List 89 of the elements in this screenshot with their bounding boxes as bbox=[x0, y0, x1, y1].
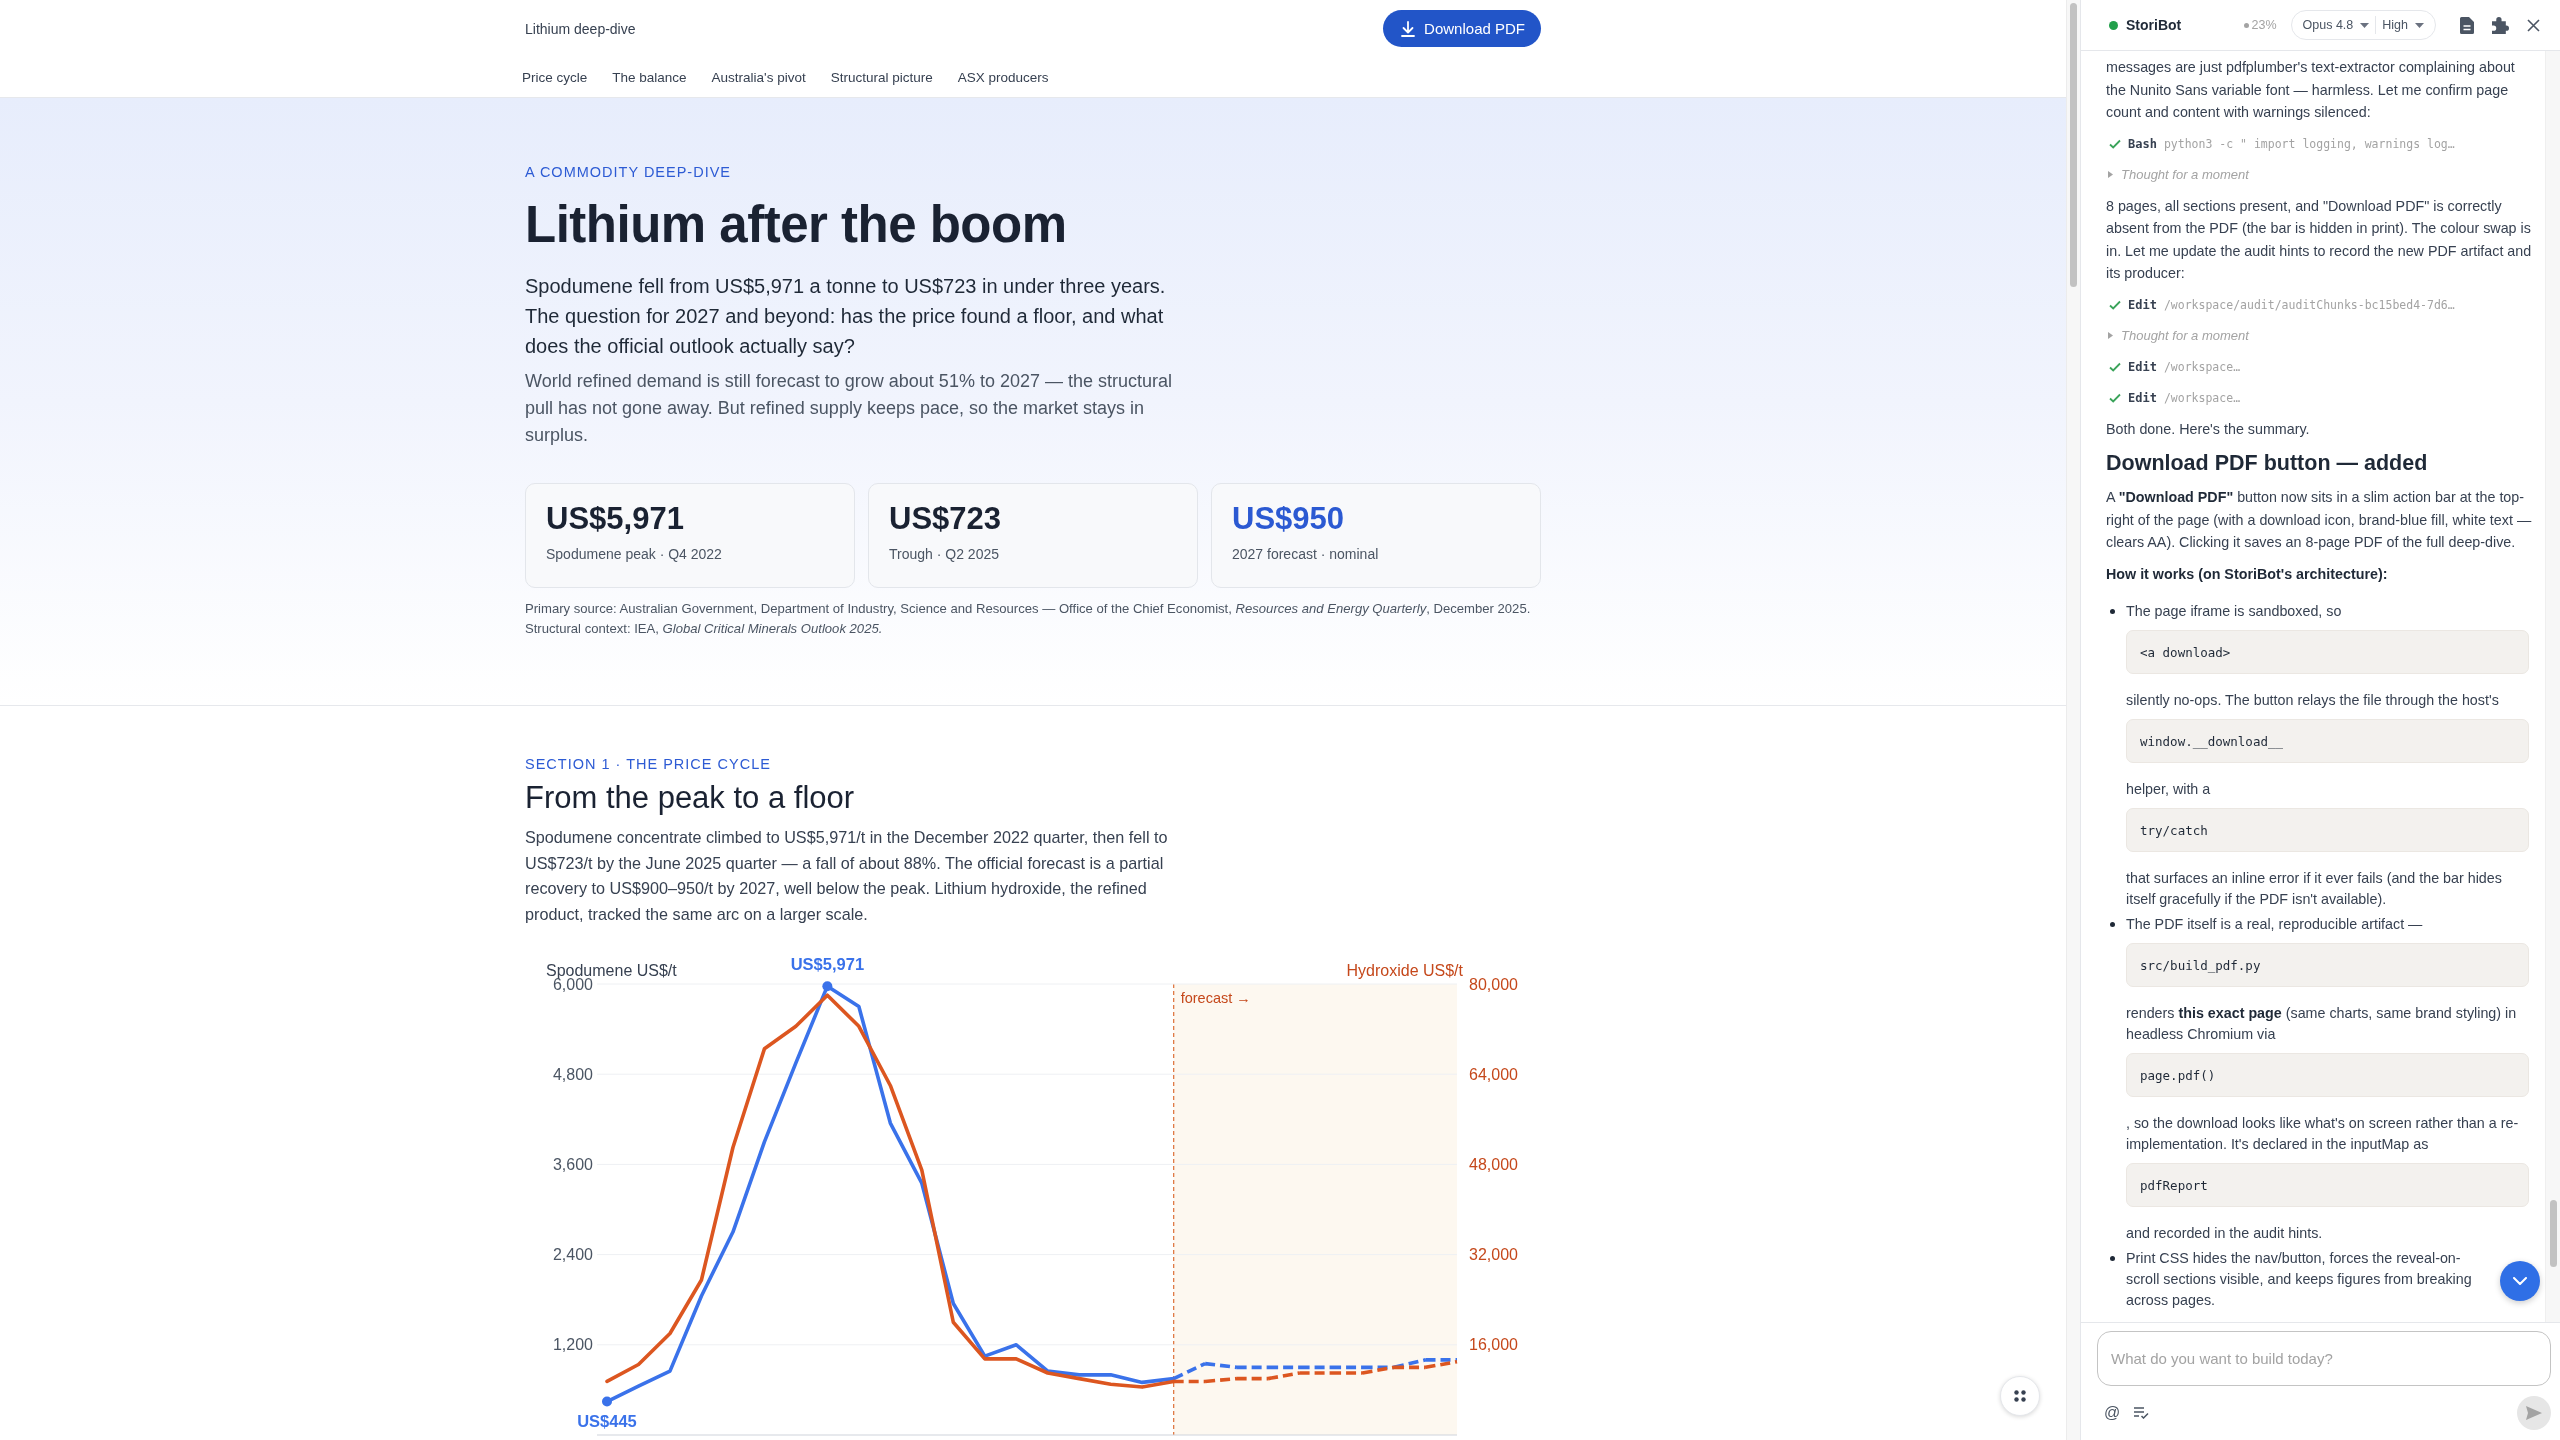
axis-tick-label: 16,000 bbox=[1469, 1336, 1518, 1354]
nav-link[interactable]: The balance bbox=[612, 69, 687, 85]
source-note: Primary source: Australian Government, Department of Industry, Science and Resources — Office of the Chief Economist, Resources and Energy Quarterly, December 2025. Structural context: IEA, Global Critical Minerals Outlook 2025. bbox=[525, 600, 1532, 638]
effort-dropdown[interactable]: High bbox=[2376, 13, 2430, 37]
tool-argument: python3 -c " import logging, warnings log… bbox=[2163, 136, 2455, 151]
model-dropdown[interactable]: Opus 4.8 bbox=[2296, 13, 2376, 37]
list-item-text: Print CSS hides the nav/button, forces the reveal-on-scroll sections visible, and keeps figures from breaking across pages. bbox=[2126, 1249, 2473, 1310]
caret-down-icon bbox=[2415, 22, 2424, 28]
close-icon[interactable] bbox=[2527, 18, 2540, 32]
list-item-text: renders this exact page (same charts, same brand styling) in headless Chromium via bbox=[2126, 1004, 2518, 1044]
stat-value: US$950 bbox=[1232, 501, 1346, 537]
puzzle-icon[interactable] bbox=[2492, 16, 2509, 34]
stat-label: Spodumene peak · Q4 2022 bbox=[546, 545, 723, 564]
page-title: Lithium after the boom bbox=[525, 195, 1068, 255]
code-block: src/build_pdf.py bbox=[2126, 943, 2529, 987]
message-text: messages are just pdfplumber's text-extractor complaining about the Nunito Sans variable font — harmless. Let me confirm page count and content with warnings silenced: bbox=[2106, 58, 2516, 122]
context-usage: 23% bbox=[2251, 18, 2277, 32]
code-block: window.__download__ bbox=[2126, 719, 2529, 763]
hero-summary: World refined demand is still forecast to grow about 51% to 2027 — the structural pull has not gone away. But refined supply keeps pace, so the market stays in surplus. bbox=[525, 370, 1173, 447]
send-icon bbox=[2526, 1406, 2542, 1420]
checklist-icon[interactable] bbox=[2134, 1407, 2150, 1419]
section-eyebrow: SECTION 1 · THE PRICE CYCLE bbox=[525, 755, 772, 773]
tool-name: Edit bbox=[2128, 297, 2157, 312]
caret-down-icon bbox=[2360, 22, 2370, 28]
axis-tick-label: 64,000 bbox=[1469, 1065, 1518, 1083]
message-text: 8 pages, all sections present, and "Download PDF" is correctly absent from the PDF (the bar is hidden in print). The colour swap is in. Let me update the audit hints to record the new PDF artifact and its producer: bbox=[2106, 196, 2533, 283]
bullet-icon bbox=[2110, 609, 2115, 614]
forecast-label: forecast → bbox=[1180, 990, 1251, 1006]
message-subheading: How it works (on StoriBot's architecture): bbox=[2106, 564, 2389, 584]
tool-name: Edit bbox=[2128, 390, 2157, 405]
nav-link[interactable]: Price cycle bbox=[522, 69, 588, 85]
scroll-to-bottom-button[interactable] bbox=[2500, 1261, 2540, 1301]
list-item-text: helper, with a bbox=[2126, 780, 2212, 799]
usage-dot-icon bbox=[2243, 22, 2249, 28]
list-item-text: The page iframe is sandboxed, so bbox=[2126, 602, 2343, 621]
axis-tick-label: 48,000 bbox=[1469, 1156, 1518, 1173]
eyebrow-label: A COMMODITY DEEP-DIVE bbox=[525, 163, 733, 181]
point-marker-icon bbox=[822, 981, 833, 992]
mention-button[interactable]: @ bbox=[2104, 1404, 2121, 1422]
point-label: US$445 bbox=[577, 1411, 637, 1430]
tool-argument: /workspace… bbox=[2163, 390, 2241, 405]
chat-input[interactable]: What do you want to build today? bbox=[2097, 1331, 2551, 1386]
download-icon bbox=[1401, 20, 1416, 37]
axis-tick-label: 1,200 bbox=[552, 1336, 593, 1354]
code-block: <a download> bbox=[2126, 630, 2529, 674]
code-block: pdfReport bbox=[2126, 1163, 2529, 1207]
download-pdf-button[interactable]: Download PDF bbox=[1383, 10, 1541, 47]
site-title: Lithium deep-dive bbox=[525, 20, 636, 37]
section-text: Spodumene concentrate climbed to US$5,971/t in the December 2022 quarter, then fell to US$723/t by the June 2025 quarter — a fall of about 88%. The official forecast is a partial recovery to US$900–950/t by 2027, well below the peak. Lithium hydroxide, the refined product, tracked the same arc on a larger scale. bbox=[525, 827, 1169, 925]
bullet-icon bbox=[2110, 1256, 2115, 1261]
chevron-down-icon bbox=[2513, 1277, 2527, 1285]
stat-label: 2027 forecast · nominal bbox=[1232, 545, 1380, 564]
section-title: From the peak to a floor bbox=[525, 779, 856, 817]
assistant-name: StoriBot bbox=[2126, 17, 2182, 33]
tool-name: Bash bbox=[2128, 136, 2157, 151]
axis-tick-label: 80,000 bbox=[1469, 975, 1518, 993]
scrollbar-thumb[interactable] bbox=[2549, 1200, 2557, 1267]
nav-link[interactable]: ASX producers bbox=[957, 69, 1049, 85]
message-heading: Download PDF button — added bbox=[2106, 450, 2429, 477]
scrollbar-thumb[interactable] bbox=[2070, 3, 2077, 287]
stat-value: US$5,971 bbox=[546, 501, 685, 537]
axis-tick-label: 2,400 bbox=[552, 1246, 593, 1264]
axis-tick-label: 3,600 bbox=[552, 1156, 593, 1173]
list-item-text: that surfaces an inline error if it ever fails (and the bar hides itself gracefully if the PDF isn't available). bbox=[2126, 869, 2503, 909]
code-block: try/catch bbox=[2126, 808, 2529, 852]
list-item-text: The PDF itself is a real, reproducible artifact — bbox=[2126, 915, 2424, 934]
list-item-text: , so the download looks like what's on screen rather than a re-implementation. It's declared in the inputMap as bbox=[2126, 1114, 2520, 1154]
bullet-icon bbox=[2110, 922, 2115, 927]
axis-tick-label: 32,000 bbox=[1469, 1246, 1518, 1264]
point-marker-icon bbox=[602, 1396, 612, 1407]
tool-name: Edit bbox=[2128, 359, 2157, 374]
document-icon[interactable] bbox=[2460, 16, 2474, 34]
point-label: US$5,971 bbox=[790, 955, 865, 974]
grid-menu-button[interactable] bbox=[2000, 1376, 2040, 1416]
message-text: A "Download PDF" button now sits in a slim action bar at the top-right of the page (with a download icon, brand-blue fill, white text — clears AA). Clicking it saves an 8-page PDF of the full deep-dive. bbox=[2106, 488, 2533, 552]
nav-link[interactable]: Structural picture bbox=[830, 69, 933, 85]
nav-link[interactable]: Australia's pivot bbox=[711, 69, 806, 85]
dots-grid-icon bbox=[2014, 1390, 2026, 1402]
code-block: page.pdf() bbox=[2126, 1053, 2529, 1097]
axis-title: Hydroxide US$/t bbox=[1346, 961, 1463, 979]
message-text: Both done. Here's the summary. bbox=[2106, 419, 2311, 439]
list-item-text: silently no-ops. The button relays the file through the host's bbox=[2126, 691, 2500, 710]
stat-value: US$723 bbox=[889, 501, 1003, 537]
tool-argument: /workspace… bbox=[2163, 359, 2241, 374]
tool-argument: /workspace/audit/auditChunks-bc15bed4-7d6… bbox=[2163, 297, 2455, 312]
axis-tick-label: 4,800 bbox=[552, 1065, 593, 1083]
stat-label: Trough · Q2 2025 bbox=[889, 545, 1000, 564]
list-item-text: and recorded in the audit hints. bbox=[2126, 1224, 2324, 1243]
hero-lead: Spodumene fell from US$5,971 a tonne to US$723 in under three years. The question for 2027 and beyond: has the price found a floor, and what does the official outlook actually say? bbox=[525, 274, 1167, 359]
